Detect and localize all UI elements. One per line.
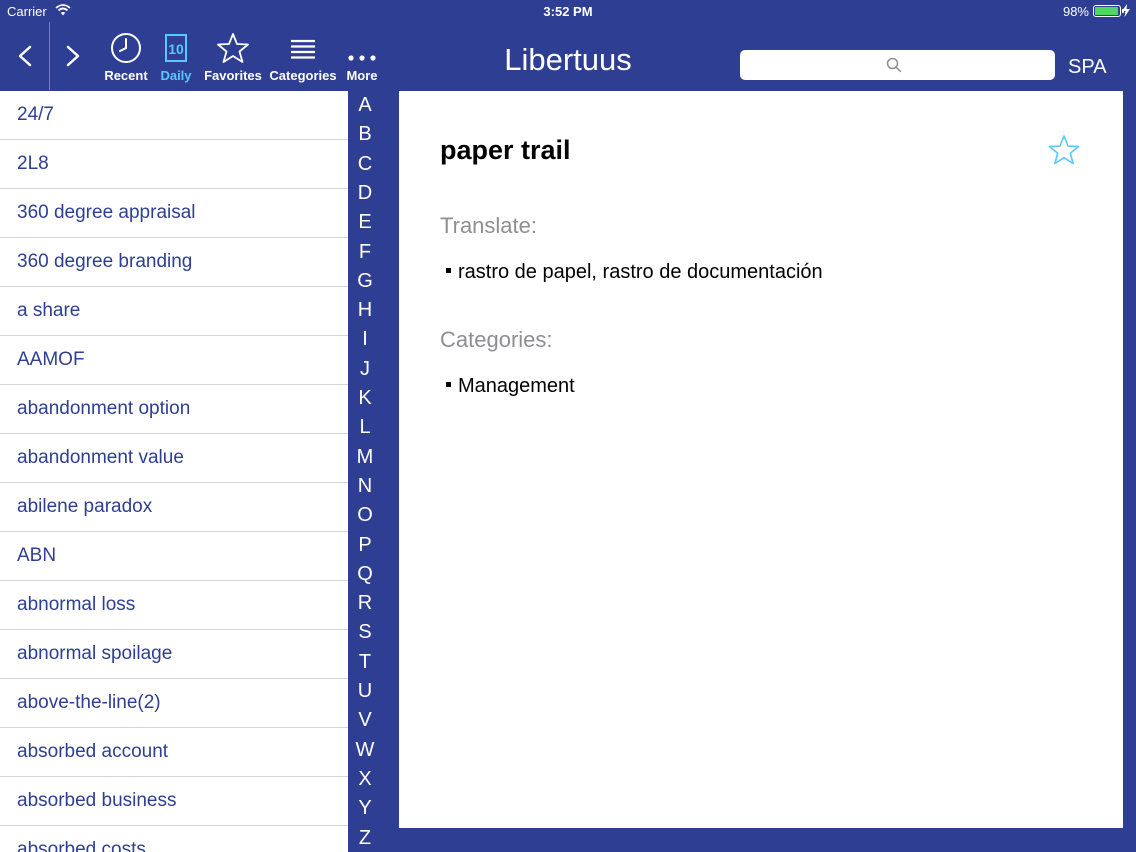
battery-icon <box>1093 5 1124 17</box>
list-icon <box>291 39 315 59</box>
category-text[interactable]: Management <box>458 375 575 397</box>
term-list-item[interactable]: absorbed account <box>0 728 348 777</box>
term-list-item[interactable]: abandonment value <box>0 434 348 483</box>
term-list-item[interactable]: 24/7 <box>0 91 348 140</box>
alphabet-letter[interactable]: K <box>349 384 381 413</box>
toolbar: Recent 10 Daily Favorites Categories Mor… <box>0 22 1136 90</box>
term-list-item[interactable]: a share <box>0 287 348 336</box>
categories-button[interactable]: Categories <box>266 32 340 83</box>
charging-icon <box>1122 4 1130 17</box>
alphabet-letter[interactable]: J <box>349 355 381 384</box>
categories-label: Categories <box>269 68 337 83</box>
favorites-button[interactable]: Favorites <box>202 32 264 83</box>
back-arrow-icon[interactable] <box>10 40 40 72</box>
alphabet-letter[interactable]: L <box>349 413 381 442</box>
translation-item: rastro de papel, rastro de documentación <box>446 261 823 284</box>
alphabet-letter[interactable]: Q <box>349 560 381 589</box>
daily-label: Daily <box>160 68 192 83</box>
alphabet-letter[interactable]: H <box>349 296 381 325</box>
translate-label: Translate: <box>440 213 538 238</box>
term-list-item[interactable]: above-the-line(2) <box>0 679 348 728</box>
alphabet-letter[interactable]: R <box>349 589 381 618</box>
clock: 3:52 PM <box>543 4 593 19</box>
star-icon <box>217 33 249 63</box>
term-list-item[interactable]: absorbed costs <box>0 826 348 852</box>
ellipsis-icon <box>348 55 376 61</box>
alphabet-letter[interactable]: W <box>349 736 381 765</box>
recent-button[interactable]: Recent <box>102 32 150 83</box>
term-list-item[interactable]: 360 degree appraisal <box>0 189 348 238</box>
clock-icon <box>111 33 141 63</box>
app-title: Libertuus <box>504 42 632 77</box>
alphabet-letter[interactable]: O <box>349 501 381 530</box>
battery-percentage: 98% <box>1062 4 1089 19</box>
term-list-item[interactable]: 2L8 <box>0 140 348 189</box>
alphabet-letter[interactable]: Y <box>349 794 381 823</box>
alphabet-index[interactable]: ABCDEFGHIJKLMNOPQRSTUVWXYZ <box>349 91 381 852</box>
search-field[interactable] <box>740 50 1055 80</box>
categories-section-label: Categories: <box>440 327 553 352</box>
term-list-item[interactable]: abnormal loss <box>0 581 348 630</box>
calendar-icon: 10 <box>165 34 187 62</box>
detail-pane: paper trail Translate: rastro de papel, … <box>399 91 1123 828</box>
wifi-icon <box>55 4 71 16</box>
bullet-icon <box>446 382 451 388</box>
alphabet-letter[interactable]: M <box>349 443 381 472</box>
term-list-item[interactable]: AAMOF <box>0 336 348 385</box>
term-list-item[interactable]: abilene paradox <box>0 483 348 532</box>
translation-text: rastro de papel, rastro de documentación <box>458 261 823 283</box>
alphabet-letter[interactable]: E <box>349 208 381 237</box>
alphabet-letter[interactable]: C <box>349 150 381 179</box>
daily-number: 10 <box>168 41 184 57</box>
language-button[interactable]: SPA <box>1068 56 1107 79</box>
alphabet-letter[interactable]: X <box>349 765 381 794</box>
favorites-label: Favorites <box>204 68 262 83</box>
alphabet-letter[interactable]: U <box>349 677 381 706</box>
term-list-item[interactable]: abandonment option <box>0 385 348 434</box>
more-label: More <box>346 68 378 83</box>
alphabet-letter[interactable]: F <box>349 238 381 267</box>
term-list-item[interactable]: absorbed business <box>0 777 348 826</box>
alphabet-letter[interactable]: Z <box>349 824 381 852</box>
daily-button[interactable]: 10 Daily <box>156 32 196 83</box>
term-list-item[interactable]: 360 degree branding <box>0 238 348 287</box>
favorite-star-icon[interactable] <box>1047 133 1081 167</box>
alphabet-letter[interactable]: A <box>349 91 381 120</box>
term-list-item[interactable]: ABN <box>0 532 348 581</box>
alphabet-letter[interactable]: V <box>349 706 381 735</box>
alphabet-letter[interactable]: S <box>349 618 381 647</box>
term-title: paper trail <box>440 135 571 165</box>
alphabet-letter[interactable]: B <box>349 120 381 149</box>
alphabet-letter[interactable]: T <box>349 648 381 677</box>
alphabet-letter[interactable]: I <box>349 325 381 354</box>
category-item: Management <box>446 375 575 398</box>
term-list-item[interactable]: abnormal spoilage <box>0 630 348 679</box>
status-bar: Carrier 3:52 PM 98% <box>0 0 1136 22</box>
forward-arrow-icon[interactable] <box>58 40 88 72</box>
search-input[interactable] <box>740 50 1055 80</box>
carrier-label: Carrier <box>7 4 47 19</box>
term-list[interactable]: 24/7 2L8 360 degree appraisal 360 degree br… <box>0 91 348 852</box>
more-button[interactable]: More <box>342 32 382 83</box>
alphabet-letter[interactable]: N <box>349 472 381 501</box>
alphabet-letter[interactable]: P <box>349 531 381 560</box>
alphabet-letter[interactable]: G <box>349 267 381 296</box>
nav-divider <box>49 22 50 90</box>
recent-label: Recent <box>104 68 148 83</box>
alphabet-letter[interactable]: D <box>349 179 381 208</box>
bullet-icon <box>446 268 451 274</box>
